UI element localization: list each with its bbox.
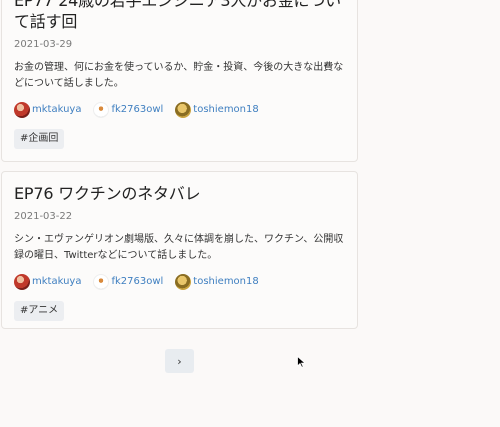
episode-date: 2021-03-29: [14, 39, 73, 50]
episode-card: EP76 ワクチンのネタバレ 2021-03-22 シン・エヴァンゲリオン劇場版…: [1, 171, 358, 329]
mouse-cursor-icon: [297, 356, 306, 368]
page: EP77 24歳の若手エンジニア3人がお金について話す回 2021-03-29 …: [0, 0, 500, 427]
avatar-fk2763owl: [93, 102, 110, 118]
member-name: mktakuya: [32, 104, 82, 115]
chevron-right-icon: ›: [177, 354, 182, 368]
member-link-fk2763owl[interactable]: fk2763owl: [93, 102, 163, 118]
next-page-button[interactable]: ›: [165, 349, 194, 373]
episode-description: シン・エヴァンゲリオン劇場版、久々に体調を崩した、ワクチン、公開収録の曜日、Tw…: [14, 234, 344, 261]
episode-tag[interactable]: #アニメ: [14, 301, 65, 321]
episode-date: 2021-03-22: [14, 211, 73, 222]
avatar-mktakuya: [14, 102, 30, 118]
avatar-toshiemon18: [175, 102, 192, 118]
member-link-mktakuya[interactable]: mktakuya: [14, 102, 81, 118]
member-name: mktakuya: [32, 276, 82, 287]
member-link-toshiemon18[interactable]: toshiemon18: [175, 274, 259, 290]
member-link-mktakuya[interactable]: mktakuya: [14, 274, 81, 290]
avatar-toshiemon18: [175, 274, 192, 290]
member-name: toshiemon18: [193, 276, 259, 287]
episode-description: お金の管理、何にお金を使っているか、貯金・投資、今後の大きな出費などについて話し…: [14, 62, 344, 89]
episode-tag[interactable]: #企画回: [14, 129, 65, 149]
member-link-fk2763owl[interactable]: fk2763owl: [93, 274, 163, 290]
member-name: fk2763owl: [111, 104, 164, 115]
member-list: mktakuya fk2763owl toshiemon18: [14, 101, 345, 119]
avatar-mktakuya: [14, 274, 30, 290]
member-link-toshiemon18[interactable]: toshiemon18: [175, 102, 259, 118]
avatar-fk2763owl: [93, 274, 110, 290]
member-list: mktakuya fk2763owl toshiemon18: [14, 273, 345, 291]
episode-title-link[interactable]: EP76 ワクチンのネタバレ: [14, 183, 347, 204]
episode-title-link[interactable]: EP77 24歳の若手エンジニア3人がお金について話す回: [14, 0, 347, 32]
episode-card: EP77 24歳の若手エンジニア3人がお金について話す回 2021-03-29 …: [1, 0, 358, 162]
member-name: fk2763owl: [111, 276, 164, 287]
member-name: toshiemon18: [193, 104, 259, 115]
